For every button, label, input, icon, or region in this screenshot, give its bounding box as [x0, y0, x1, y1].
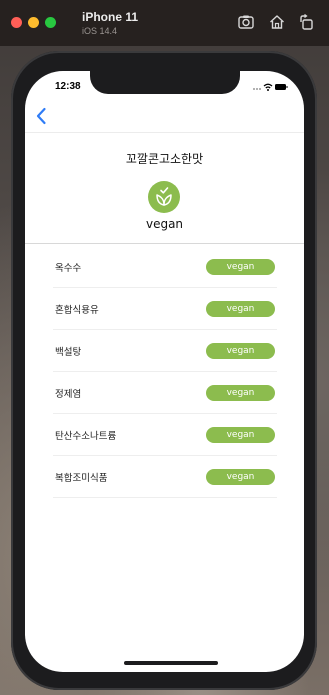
product-title: 꼬깔콘고소한맛 — [125, 152, 204, 166]
status-indicators — [252, 81, 288, 93]
ingredient-name: 백설탕 — [55, 347, 82, 358]
ingredient-row: 혼합식용유 vegan — [53, 288, 277, 330]
status-time: 12:38 — [55, 81, 81, 92]
simulator-device-name: iPhone 11 — [82, 10, 139, 24]
minimize-window-button[interactable] — [28, 17, 39, 28]
rotate-icon[interactable] — [298, 13, 316, 31]
ingredient-name: 옥수수 — [55, 263, 82, 274]
close-window-button[interactable] — [11, 17, 22, 28]
ingredient-name: 복합조미식품 — [55, 473, 108, 484]
header-divider — [25, 243, 304, 244]
ingredient-row: 옥수수 vegan — [53, 246, 277, 288]
ingredient-row: 복합조미식품 vegan — [53, 456, 277, 498]
screenshot-icon[interactable] — [237, 13, 255, 31]
ingredient-vegan-tag: vegan — [206, 469, 275, 485]
ingredient-row: 탄산수소나트륨 vegan — [53, 414, 277, 456]
ingredient-vegan-tag: vegan — [206, 301, 275, 317]
ingredient-vegan-tag: vegan — [206, 385, 275, 401]
ingredient-name: 혼합식용유 — [55, 305, 99, 316]
app-screen: 12:38 꼬깔콘고소한맛 vegan 옥수수 vegan 혼합식용유 vega… — [25, 71, 304, 672]
device-notch — [90, 71, 240, 94]
vegan-leaf-icon — [147, 180, 181, 214]
ingredient-vegan-tag: vegan — [206, 343, 275, 359]
simulator-title-bar: iPhone 11 iOS 14.4 — [0, 0, 329, 46]
diet-label: vegan — [145, 217, 184, 231]
zoom-window-button[interactable] — [45, 17, 56, 28]
nav-bar-divider — [25, 132, 304, 133]
chevron-left-icon — [36, 107, 46, 125]
ingredient-row: 정제염 vegan — [53, 372, 277, 414]
signal-dot-icon — [253, 88, 255, 90]
ingredient-row: 백설탕 vegan — [53, 330, 277, 372]
ingredient-name: 정제염 — [55, 389, 82, 400]
ingredient-name: 탄산수소나트륨 — [55, 431, 117, 442]
ingredient-vegan-tag: vegan — [206, 427, 275, 443]
home-indicator[interactable] — [124, 661, 218, 665]
ingredient-vegan-tag: vegan — [206, 259, 275, 275]
home-icon[interactable] — [268, 13, 286, 31]
back-button[interactable] — [35, 107, 51, 127]
simulator-os-version: iOS 14.4 — [82, 26, 118, 36]
ingredient-list: 옥수수 vegan 혼합식용유 vegan 백설탕 vegan 정제염 vega… — [53, 246, 277, 498]
